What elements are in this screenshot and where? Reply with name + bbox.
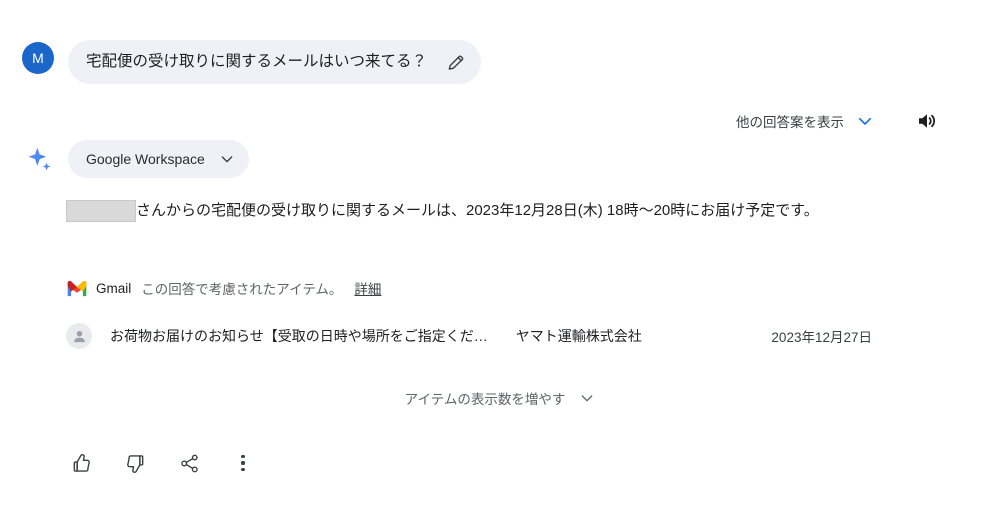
show-drafts-toggle[interactable]: 他の回答案を表示 <box>732 107 878 135</box>
chevron-down-icon <box>858 117 872 125</box>
pencil-icon[interactable] <box>445 51 467 73</box>
list-item[interactable]: お荷物お届けのお知らせ【受取の日時や場所をご指定くだ… ヤマト運輸株式会社 20… <box>66 318 956 354</box>
show-more-row: アイテムの表示数を増やす <box>0 384 1000 412</box>
chevron-down-icon <box>221 156 233 163</box>
details-link[interactable]: 詳細 <box>354 278 381 298</box>
show-more-label: アイテムの表示数を増やす <box>404 392 566 407</box>
more-vert-icon <box>241 455 245 471</box>
speaker-button[interactable] <box>914 108 940 134</box>
source-chip-label: Google Workspace <box>86 151 205 167</box>
citation-line: Gmail この回答で考慮されたアイテム。 詳細 <box>66 277 381 299</box>
thumb-down-icon <box>126 454 143 473</box>
user-prompt-row: M 宅配便の受け取りに関するメールはいつ来てる？ <box>0 18 1000 84</box>
thumb-up-icon <box>73 453 90 472</box>
source-chip-google-workspace[interactable]: Google Workspace <box>68 140 249 178</box>
citation-app-name: Gmail <box>96 280 132 296</box>
gmail-icon <box>67 280 87 296</box>
show-drafts-label: 他の回答案を表示 <box>736 115 844 130</box>
speaker-icon <box>919 114 936 128</box>
more-options-button[interactable] <box>226 446 260 480</box>
response-actions <box>64 446 260 480</box>
share-button[interactable] <box>172 446 206 480</box>
thumb-up-button[interactable] <box>64 446 98 480</box>
item-date: 2023年12月27日 <box>771 330 872 345</box>
chat-response-page: M 宅配便の受け取りに関するメールはいつ来てる？ 他の回答案を表示 Google… <box>0 0 1000 528</box>
user-prompt-bubble: 宅配便の受け取りに関するメールはいつ来てる？ <box>68 40 482 84</box>
share-icon <box>180 454 198 472</box>
redacted-name-box <box>66 200 136 222</box>
avatar-initial: M <box>32 50 44 66</box>
user-prompt-text: 宅配便の受け取りに関するメールはいつ来てる？ <box>86 53 428 71</box>
chevron-down-icon <box>581 395 593 402</box>
answer-text: さんからの宅配便の受け取りに関するメールは、2023年12月28日(木) 18時… <box>136 202 819 219</box>
person-icon <box>66 323 92 349</box>
answer-paragraph: さんからの宅配便の受け取りに関するメールは、2023年12月28日(木) 18時… <box>66 200 819 222</box>
item-subject: お荷物お届けのお知らせ【受取の日時や場所をご指定くだ… <box>110 328 488 344</box>
avatar: M <box>22 42 54 74</box>
citation-note: この回答で考慮されたアイテム。 <box>141 282 343 297</box>
item-sender: ヤマト運輸株式会社 <box>515 328 642 344</box>
sparkle-icon <box>28 147 51 171</box>
other-drafts-row: 他の回答案を表示 <box>732 104 1000 138</box>
show-more-items-button[interactable]: アイテムの表示数を増やす <box>399 384 602 412</box>
thumb-down-button[interactable] <box>118 446 152 480</box>
